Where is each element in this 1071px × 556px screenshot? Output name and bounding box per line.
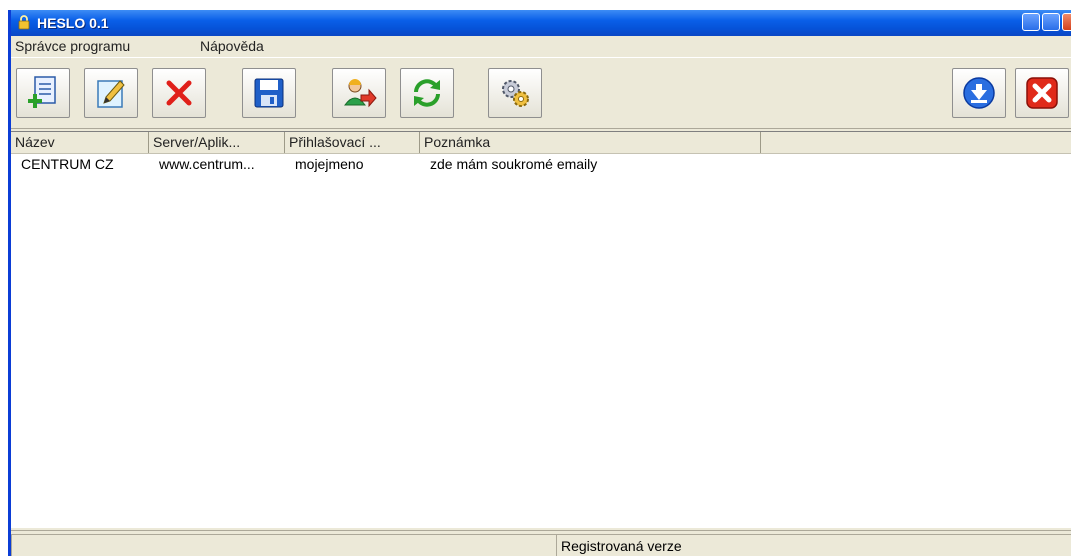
exit-icon [1026,77,1058,109]
save-button[interactable] [242,68,296,118]
exit-button[interactable] [1015,68,1069,118]
close-window-button[interactable] [1062,13,1071,31]
status-pane-left [11,534,556,556]
add-document-icon [28,76,56,108]
entries-list[interactable]: Název Server/Aplik... Přihlašovací ... P… [11,131,1071,528]
title-bar[interactable]: HESLO 0.1 [11,10,1071,36]
column-header-poznamka[interactable]: Poznámka [420,132,761,153]
status-bar: Registrovaná verze [11,530,1071,556]
menu-bar: Správce programu Nápověda [11,36,1071,56]
table-row[interactable]: CENTRUM CZ www.centrum... mojejmeno zde … [11,156,1071,176]
column-header-server[interactable]: Server/Aplik... [149,132,285,153]
delete-x-icon [166,80,192,106]
refresh-button[interactable] [400,68,454,118]
refresh-icon [414,79,440,107]
window-title: HESLO 0.1 [37,15,109,31]
save-floppy-icon [254,78,284,108]
toolbar [11,57,1071,129]
download-icon [963,77,995,109]
edit-entry-button[interactable] [84,68,138,118]
menu-napoveda[interactable]: Nápověda [200,38,264,54]
list-header: Název Server/Aplik... Přihlašovací ... P… [11,132,1071,154]
column-header-prihlasovaci[interactable]: Přihlašovací ... [285,132,420,153]
maximize-button[interactable] [1042,13,1060,31]
cell-nazev: CENTRUM CZ [21,156,114,172]
settings-gears-icon [502,80,529,107]
edit-pencil-icon [97,80,125,108]
status-registration: Registrovaná verze [556,534,1071,556]
app-window: HESLO 0.1 Správce programu Nápověda Náze… [8,10,1071,556]
settings-button[interactable] [488,68,542,118]
cell-login: mojejmeno [295,156,364,172]
download-button[interactable] [952,68,1006,118]
minimize-button[interactable] [1022,13,1040,31]
cell-poznamka: zde mám soukromé emaily [430,156,598,172]
menu-spravce-programu[interactable]: Správce programu [15,38,130,54]
cell-server: www.centrum... [159,156,255,172]
add-entry-button[interactable] [16,68,70,118]
lock-icon [18,15,30,30]
user-transfer-icon [344,79,377,108]
user-transfer-button[interactable] [332,68,386,118]
column-header-nazev[interactable]: Název [11,132,149,153]
delete-entry-button[interactable] [152,68,206,118]
